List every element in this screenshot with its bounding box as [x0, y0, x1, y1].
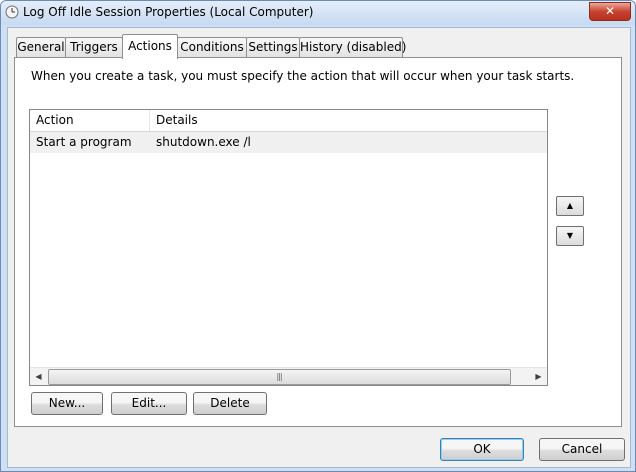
tab-actions[interactable]: Actions [122, 34, 178, 59]
arrow-up-icon: ▲ [566, 201, 574, 210]
scrollbar-thumb[interactable]: ||| [48, 369, 511, 385]
window-title: Log Off Idle Session Properties (Local C… [23, 5, 314, 19]
scroll-left-icon[interactable]: ◀ [30, 368, 47, 385]
cell-details: shutdown.exe /l [156, 135, 251, 149]
delete-action-button[interactable]: Delete [193, 392, 267, 415]
arrow-down-icon: ▼ [566, 231, 574, 240]
tab-history[interactable]: History (disabled) [299, 37, 406, 57]
ok-button[interactable]: OK [440, 438, 524, 461]
move-down-button[interactable]: ▼ [556, 226, 584, 246]
title-bar[interactable]: Log Off Idle Session Properties (Local C… [1, 1, 635, 25]
actions-tab-page: When you create a task, you must specify… [14, 57, 622, 427]
actions-description: When you create a task, you must specify… [31, 69, 575, 83]
actions-list[interactable]: Action Details Start a program shutdown.… [29, 109, 548, 386]
new-action-button[interactable]: New... [31, 392, 103, 415]
move-up-button[interactable]: ▲ [556, 196, 584, 216]
table-row[interactable]: Start a program shutdown.exe /l [30, 132, 547, 153]
dialog-body: General Triggers Actions Conditions Sett… [7, 27, 631, 468]
cell-action: Start a program [36, 135, 132, 149]
tab-general[interactable]: General [16, 37, 66, 57]
scroll-right-icon[interactable]: ▶ [530, 368, 547, 385]
close-button[interactable]: ✕ [589, 2, 631, 21]
clock-icon [5, 5, 19, 19]
column-header-action[interactable]: Action [30, 110, 150, 131]
edit-action-button[interactable]: Edit... [111, 392, 187, 415]
list-header: Action Details [30, 110, 547, 132]
tab-conditions[interactable]: Conditions [177, 37, 247, 57]
tab-triggers[interactable]: Triggers [65, 37, 123, 57]
properties-dialog: Log Off Idle Session Properties (Local C… [0, 0, 636, 472]
tab-settings[interactable]: Settings [246, 37, 300, 57]
cancel-button[interactable]: Cancel [539, 438, 625, 461]
horizontal-scrollbar[interactable]: ◀ ||| ▶ [30, 367, 547, 385]
grip-icon: ||| [276, 372, 282, 381]
column-header-details[interactable]: Details [150, 110, 547, 131]
